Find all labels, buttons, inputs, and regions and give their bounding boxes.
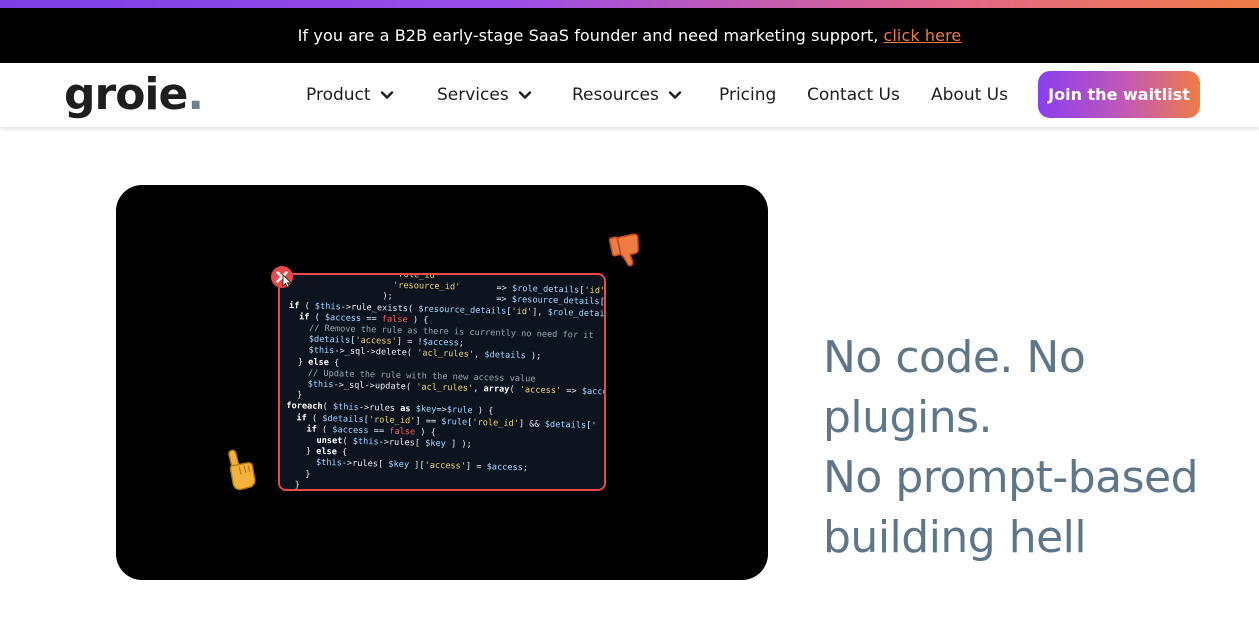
headline-line: No code. No plugins. [823, 332, 1086, 443]
thumbs-down-icon [606, 229, 648, 271]
join-waitlist-button[interactable]: Join the waitlist [1038, 71, 1200, 118]
navbar: groie. Product Services Resources Pricin… [0, 63, 1259, 127]
hero-video[interactable]: 'role_id' 'resource_id' => $role_details… [116, 185, 768, 580]
headline-line: building hell [823, 512, 1087, 563]
announcement-bar: If you are a B2B early-stage SaaS founde… [0, 8, 1259, 63]
pointing-hand-icon [222, 447, 258, 493]
nav-item-label: Resources [572, 85, 659, 105]
top-gradient-bar [0, 0, 1259, 8]
logo-dot: . [187, 69, 204, 120]
nav-item-label: About Us [931, 85, 1008, 105]
announcement-text: If you are a B2B early-stage SaaS founde… [297, 26, 879, 45]
nav-item-services[interactable]: Services [437, 83, 533, 107]
nav-item-label: Contact Us [807, 85, 900, 105]
chevron-down-icon [379, 87, 395, 103]
nav-item-about-us[interactable]: About Us [931, 83, 1008, 107]
chevron-down-icon [667, 87, 683, 103]
chevron-down-icon [517, 87, 533, 103]
code-window: 'role_id' 'resource_id' => $role_details… [278, 273, 606, 491]
headline-line: No prompt-based [823, 452, 1199, 503]
nav-item-product[interactable]: Product [306, 83, 395, 107]
nav-item-label: Services [437, 85, 509, 105]
code-snippet: 'role_id' 'resource_id' => $role_details… [284, 273, 606, 491]
nav-item-resources[interactable]: Resources [572, 83, 683, 107]
nav-item-pricing[interactable]: Pricing [719, 83, 776, 107]
hero-headline: No code. No plugins. No prompt-based bui… [823, 328, 1259, 568]
logo-text: groie [64, 69, 188, 120]
nav-item-contact-us[interactable]: Contact Us [807, 83, 900, 107]
close-x-icon [270, 265, 294, 289]
nav-item-label: Product [306, 85, 371, 105]
nav-item-label: Pricing [719, 85, 777, 105]
announcement-link[interactable]: click here [883, 26, 961, 45]
logo[interactable]: groie. [64, 67, 204, 123]
